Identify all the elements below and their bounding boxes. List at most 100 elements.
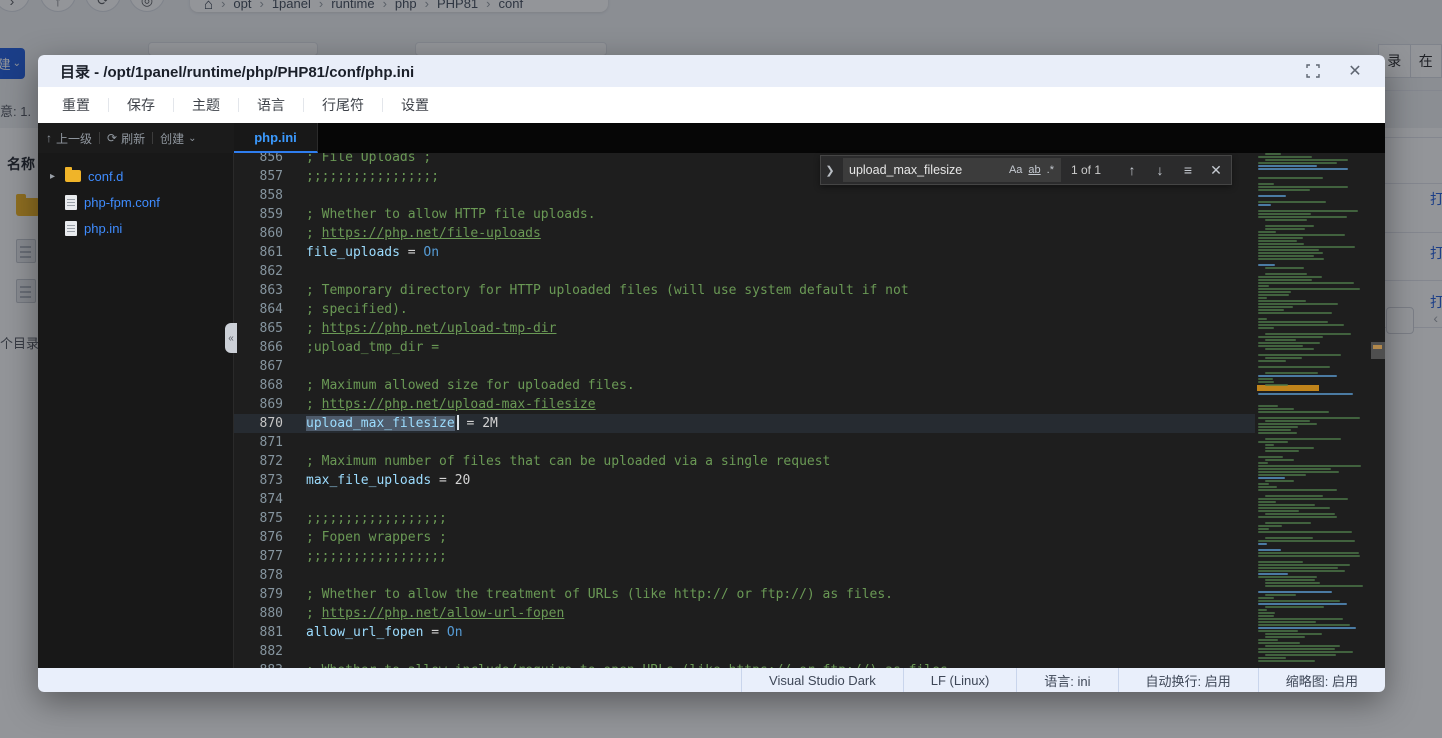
editor-toolbar: 重置保存主题语言行尾符设置 xyxy=(38,87,1385,123)
next-match-icon[interactable]: ↓ xyxy=(1149,159,1171,181)
minimap-line xyxy=(1258,660,1315,662)
create-dropdown[interactable]: 创建 ⌄ xyxy=(160,130,196,147)
minimap-line xyxy=(1258,252,1323,254)
minimap-line xyxy=(1258,510,1299,512)
minimap-line xyxy=(1265,153,1281,155)
find-in-selection-icon[interactable]: ≡ xyxy=(1177,159,1199,181)
code-line: 876; Fopen wrappers ; xyxy=(234,528,1255,547)
toolbar-button-2[interactable]: 主题 xyxy=(174,95,238,115)
minimap-line xyxy=(1265,513,1335,515)
minimap-line xyxy=(1258,426,1298,428)
minimap-line xyxy=(1258,423,1317,425)
minimap-line xyxy=(1258,381,1274,383)
line-number: 868 xyxy=(234,376,283,395)
line-number: 880 xyxy=(234,604,283,623)
find-input-box: Aa ab .* xyxy=(843,158,1061,182)
minimap-line xyxy=(1258,612,1275,614)
minimap-line xyxy=(1265,438,1341,440)
divider xyxy=(152,132,153,144)
fullscreen-icon[interactable] xyxy=(1305,63,1321,79)
minimap-line xyxy=(1258,591,1332,593)
minimap-line xyxy=(1258,375,1337,377)
code-line: 870upload_max_filesize = 2M xyxy=(234,414,1255,433)
minimap-line xyxy=(1258,462,1268,464)
vertical-scrollbar[interactable] xyxy=(1371,342,1385,359)
minimap-line xyxy=(1265,480,1294,482)
minimap-line xyxy=(1258,306,1293,308)
toolbar-button-5[interactable]: 设置 xyxy=(383,95,447,115)
toolbar-button-1[interactable]: 保存 xyxy=(109,95,173,115)
minimap-line xyxy=(1258,429,1291,431)
code-line: 872; Maximum number of files that can be… xyxy=(234,452,1255,471)
toolbar-button-3[interactable]: 语言 xyxy=(239,95,303,115)
find-input[interactable] xyxy=(849,163,1006,177)
toggle-replace-icon[interactable]: ❯ xyxy=(823,164,837,177)
minimap-line xyxy=(1265,654,1336,656)
code-line: 862 xyxy=(234,262,1255,281)
match-case-toggle[interactable]: Aa xyxy=(1006,163,1025,177)
minimap-line xyxy=(1258,309,1284,311)
code-line: 879; Whether to allow the treatment of U… xyxy=(234,585,1255,604)
editor-content: ↑ 上一级 ⟳ 刷新 创建 ⌄ php.ini ▸conf.d▸php-fpm.… xyxy=(38,123,1385,668)
minimap-line xyxy=(1258,525,1282,527)
folder-icon xyxy=(65,170,81,182)
minimap-line xyxy=(1258,465,1361,467)
minimap-line xyxy=(1258,210,1358,212)
minimap-line xyxy=(1258,342,1320,344)
line-number: 870 xyxy=(234,414,283,433)
minimap-line xyxy=(1258,552,1359,554)
code-line: 874 xyxy=(234,490,1255,509)
modal-title: 目录 - /opt/1panel/runtime/php/PHP81/conf/… xyxy=(60,61,414,82)
minimap-line xyxy=(1258,405,1278,407)
minimap-line xyxy=(1265,384,1288,386)
minimap-line xyxy=(1265,606,1324,608)
line-number: 860 xyxy=(234,224,283,243)
minimap-line xyxy=(1258,300,1306,302)
line-number: 864 xyxy=(234,300,283,319)
toolbar-button-4[interactable]: 行尾符 xyxy=(304,95,382,115)
file-icon xyxy=(65,221,77,236)
previous-match-icon[interactable]: ↑ xyxy=(1121,159,1143,181)
refresh-button[interactable]: ⟳ 刷新 xyxy=(107,130,145,147)
close-icon[interactable]: ✕ xyxy=(1347,63,1363,79)
line-number: 856 xyxy=(234,153,283,167)
tree-item-php-fpm.conf[interactable]: ▸php-fpm.conf xyxy=(38,189,233,215)
toolbar-button-0[interactable]: 重置 xyxy=(44,95,108,115)
minimap-line xyxy=(1265,159,1348,161)
tab-php.ini[interactable]: php.ini xyxy=(234,123,318,153)
minimap-line xyxy=(1258,630,1298,632)
minimap-line xyxy=(1258,411,1329,413)
minimap-line xyxy=(1258,246,1355,248)
tree-item-php.ini[interactable]: ▸php.ini xyxy=(38,215,233,241)
minimap-line xyxy=(1265,333,1351,335)
minimap-line xyxy=(1258,627,1356,629)
status-bar: Visual Studio DarkLF (Linux)语言: ini自动换行:… xyxy=(38,668,1385,692)
minimap-line xyxy=(1258,573,1288,575)
up-arrow-icon: ↑ xyxy=(46,131,52,145)
tab-strip: php.ini xyxy=(234,123,1385,153)
minimap-line xyxy=(1265,495,1323,497)
minimap-line xyxy=(1265,219,1307,221)
close-find-icon[interactable]: ✕ xyxy=(1205,159,1227,181)
tree-item-conf.d[interactable]: ▸conf.d xyxy=(38,163,233,189)
code-line: 866;upload_tmp_dir = xyxy=(234,338,1255,357)
minimap[interactable] xyxy=(1255,153,1385,668)
file-tree-toolbar: ↑ 上一级 ⟳ 刷新 创建 ⌄ xyxy=(38,123,234,153)
minimap-line xyxy=(1258,609,1267,611)
minimap-line xyxy=(1265,273,1307,275)
code-line: 861file_uploads = On xyxy=(234,243,1255,262)
regex-toggle[interactable]: .* xyxy=(1044,163,1057,177)
minimap-line xyxy=(1258,498,1348,500)
minimap-line xyxy=(1258,303,1338,305)
minimap-line xyxy=(1265,645,1340,647)
status-item-3: 自动换行: 启用 xyxy=(1118,668,1258,692)
whole-word-toggle[interactable]: ab xyxy=(1025,163,1043,177)
tree-item-label: php-fpm.conf xyxy=(84,195,160,210)
up-level-button[interactable]: ↑ 上一级 xyxy=(46,130,92,147)
file-tree: ▸conf.d▸php-fpm.conf▸php.ini xyxy=(38,153,234,668)
minimap-line xyxy=(1258,195,1286,197)
tree-collapse-handle[interactable]: « xyxy=(225,323,237,353)
code-editor[interactable]: 856; File Uploads ;857;;;;;;;;;;;;;;;;;8… xyxy=(234,153,1255,668)
minimap-line xyxy=(1258,474,1306,476)
minimap-line xyxy=(1258,258,1324,260)
